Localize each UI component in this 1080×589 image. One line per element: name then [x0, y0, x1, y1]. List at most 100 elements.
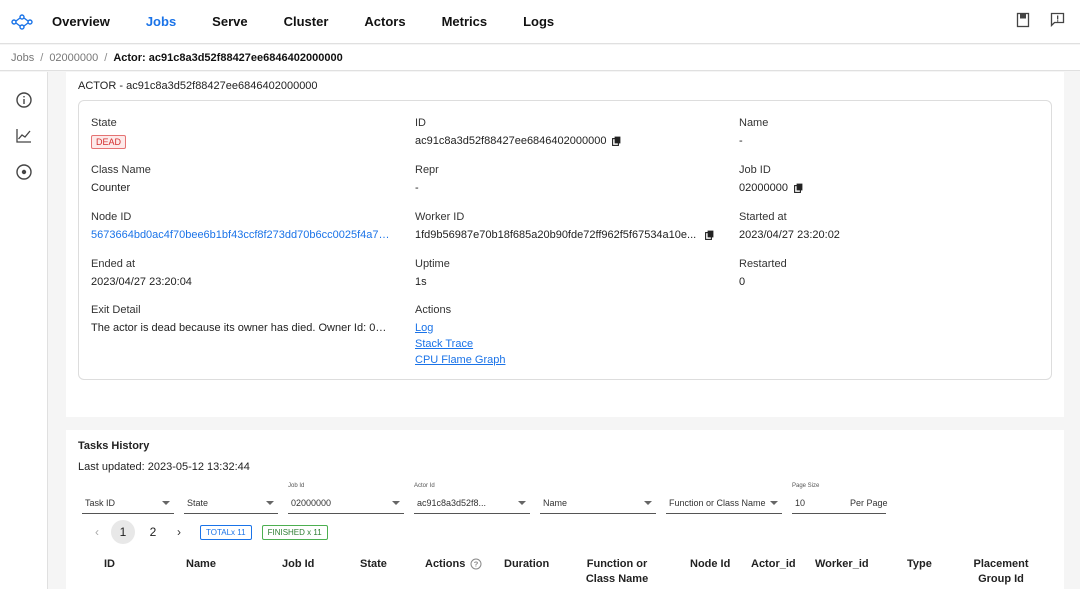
- worker-id-value: 1fd9b56987e70b18f685a20b90fde72ff962f5f6…: [415, 229, 697, 241]
- chevron-down-icon: [266, 501, 274, 505]
- breadcrumb-current: Actor: ac91c8a3d52f88427ee6846402000000: [113, 51, 343, 64]
- nav-actors[interactable]: Actors: [364, 14, 405, 29]
- repr-label: Repr: [415, 164, 439, 176]
- book-icon[interactable]: [1016, 12, 1030, 28]
- col-state[interactable]: State: [360, 558, 387, 570]
- feedback-icon[interactable]: [1050, 12, 1065, 28]
- field-started-at: Started at 2023/04/27 23:20:02: [739, 211, 840, 241]
- chevron-down-icon: [392, 501, 400, 505]
- job-id-filter-label: Job Id: [288, 483, 305, 489]
- class-name-label: Class Name: [91, 164, 151, 176]
- col-type[interactable]: Type: [907, 558, 932, 570]
- job-id-filter[interactable]: Job Id 02000000: [288, 483, 404, 514]
- actor-id-filter-value: ac91c8a3d52f8...: [417, 498, 487, 508]
- name-filter[interactable]: Name: [540, 483, 656, 514]
- breadcrumb-job[interactable]: 02000000: [49, 52, 98, 64]
- col-job-id[interactable]: Job Id: [282, 558, 314, 570]
- next-page-button[interactable]: ›: [168, 525, 190, 539]
- field-state: State DEAD: [91, 117, 127, 149]
- state-filter[interactable]: State: [184, 483, 278, 514]
- col-id[interactable]: ID: [104, 558, 115, 570]
- restarted-value: 0: [739, 276, 746, 288]
- breadcrumb-separator: /: [40, 51, 44, 64]
- breadcrumb-separator: /: [104, 51, 108, 64]
- field-actions: Actions Log Stack Trace CPU Flame Graph: [415, 304, 505, 366]
- copy-icon[interactable]: [612, 136, 621, 146]
- col-name[interactable]: Name: [186, 558, 216, 570]
- page-2-button[interactable]: 2: [141, 520, 165, 544]
- field-ended-at: Ended at 2023/04/27 23:20:04: [91, 258, 192, 288]
- prev-page-button[interactable]: ‹: [86, 525, 108, 539]
- col-worker-id[interactable]: Worker_id: [815, 558, 869, 570]
- nav-overview[interactable]: Overview: [52, 14, 110, 29]
- copy-icon[interactable]: [794, 183, 803, 193]
- breadcrumb: Jobs / 02000000 / Actor: ac91c8a3d52f884…: [0, 45, 1080, 71]
- copy-icon[interactable]: [705, 230, 714, 240]
- ended-at-value: 2023/04/27 23:20:04: [91, 276, 192, 288]
- col-function[interactable]: Function or Class Name: [572, 557, 662, 587]
- finished-chip[interactable]: FINISHED x 11: [261, 524, 328, 540]
- actor-details: State DEAD ID ac91c8a3d52f88427ee6846402…: [78, 100, 1052, 380]
- started-at-value: 2023/04/27 23:20:02: [739, 229, 840, 241]
- id-label: ID: [415, 117, 426, 129]
- chart-icon[interactable]: [15, 127, 33, 145]
- breadcrumb-jobs[interactable]: Jobs: [11, 52, 34, 64]
- col-node-id[interactable]: Node Id: [690, 558, 730, 570]
- col-duration[interactable]: Duration: [504, 558, 549, 570]
- nav-serve[interactable]: Serve: [212, 14, 247, 29]
- chevron-down-icon: [644, 501, 652, 505]
- col-actions[interactable]: Actions ?: [425, 558, 482, 570]
- stack-trace-link[interactable]: Stack Trace: [415, 338, 505, 350]
- function-filter[interactable]: Function or Class Name: [666, 483, 782, 514]
- field-repr: Repr -: [415, 164, 439, 194]
- field-worker-id: Worker ID 1fd9b56987e70b18f685a20b90fde7…: [415, 211, 714, 241]
- actor-id-filter-label: Actor Id: [414, 483, 435, 489]
- actions-label: Actions: [415, 304, 452, 316]
- task-id-filter[interactable]: Task ID: [82, 483, 174, 514]
- col-placement-group[interactable]: Placement Group Id: [971, 557, 1031, 587]
- target-icon[interactable]: [15, 163, 33, 181]
- actor-card: ACTOR - ac91c8a3d52f88427ee6846402000000…: [66, 72, 1064, 417]
- actor-title: ACTOR - ac91c8a3d52f88427ee6846402000000: [78, 80, 318, 92]
- state-label: State: [91, 117, 117, 129]
- nav-cluster[interactable]: Cluster: [284, 14, 329, 29]
- uptime-value: 1s: [415, 276, 427, 288]
- info-icon[interactable]: [15, 91, 33, 109]
- page-size-input[interactable]: Page Size 10 Per Page: [792, 483, 888, 514]
- svg-text:?: ?: [474, 560, 479, 569]
- name-value: -: [739, 135, 743, 147]
- nav-logs[interactable]: Logs: [523, 14, 554, 29]
- nav-metrics[interactable]: Metrics: [442, 14, 488, 29]
- node-id-link[interactable]: 5673664bd0ac4f70bee6b1bf43ccf8f273dd70b6…: [91, 229, 391, 241]
- cpu-flame-graph-link[interactable]: CPU Flame Graph: [415, 354, 505, 366]
- page-1-button[interactable]: 1: [111, 520, 135, 544]
- col-actions-label: Actions: [425, 558, 466, 570]
- actor-id-filter[interactable]: Actor Id ac91c8a3d52f8...: [414, 483, 530, 514]
- field-exit-detail: Exit Detail The actor is dead because it…: [91, 304, 391, 334]
- nav-jobs[interactable]: Jobs: [146, 14, 176, 29]
- col-actor-id[interactable]: Actor_id: [751, 558, 796, 570]
- page-size-suffix: Per Page: [850, 498, 888, 508]
- chevron-down-icon: [518, 501, 526, 505]
- field-name: Name -: [739, 117, 768, 147]
- field-restarted: Restarted 0: [739, 258, 787, 288]
- ray-logo-icon[interactable]: [2, 0, 42, 44]
- job-id-filter-value: 02000000: [291, 498, 332, 508]
- help-icon: ?: [470, 558, 482, 570]
- worker-id-label: Worker ID: [415, 211, 465, 223]
- field-job-id: Job ID 02000000: [739, 164, 803, 194]
- log-link[interactable]: Log: [415, 322, 505, 334]
- repr-value: -: [415, 182, 419, 194]
- pagination: ‹ 1 2 › TOTALx 11 FINISHED x 11: [86, 520, 328, 544]
- chevron-down-icon: [770, 501, 778, 505]
- total-chip[interactable]: TOTALx 11: [200, 524, 252, 540]
- chevron-down-icon: [162, 501, 170, 505]
- status-badge: DEAD: [91, 135, 127, 149]
- field-uptime: Uptime 1s: [415, 258, 450, 288]
- page-size-value: 10: [795, 498, 806, 508]
- state-filter-value: State: [187, 498, 209, 508]
- tasks-history-title: Tasks History: [78, 440, 150, 452]
- job-id-label: Job ID: [739, 164, 771, 176]
- exit-detail-label: Exit Detail: [91, 304, 141, 316]
- uptime-label: Uptime: [415, 258, 450, 270]
